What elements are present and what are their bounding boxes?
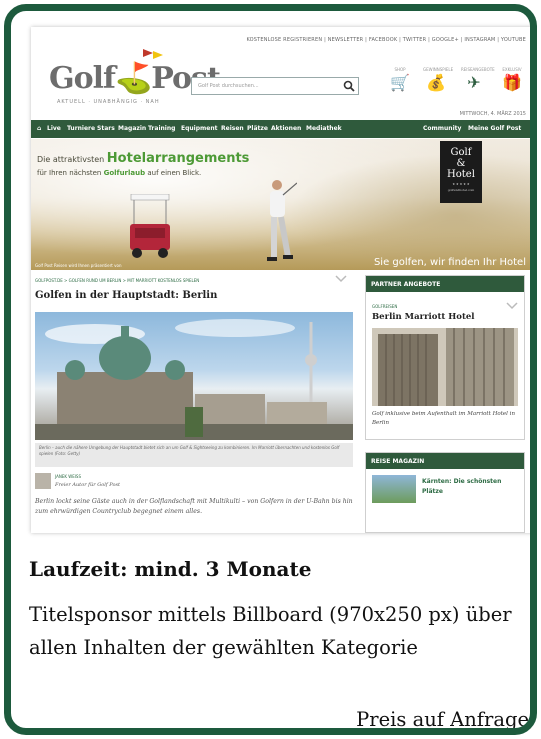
- nav-item-aktionen[interactable]: Aktionen: [271, 125, 301, 132]
- article-teaser: Berlin lockt seine Gäste auch in der Gol…: [35, 498, 353, 515]
- search-field[interactable]: Golf Post durchsuchen...: [191, 77, 359, 95]
- partner-offers-box: PARTNER ANGEBOTE GOLFREISEN Berlin Marri…: [365, 275, 525, 440]
- shop-link[interactable]: SHOP 🛒: [387, 67, 413, 92]
- avatar[interactable]: [35, 473, 51, 489]
- reise-magazin-box: REISE MAGAZIN Kärnten: Die schönsten Plä…: [365, 452, 525, 533]
- golfer-image: [267, 180, 297, 261]
- reise-thumbnail[interactable]: [372, 475, 416, 503]
- banner-highlight: Hotelarrangements: [106, 151, 250, 166]
- gewinnspiele-link[interactable]: GEWINNSPIELE 💰: [423, 67, 453, 92]
- ad-format-card: KOSTENLOSE REGISTRIEREN | NEWSLETTER | F…: [4, 4, 537, 735]
- logo-golfer-icon: ⛳: [114, 61, 152, 96]
- format-description: Titelsponsor mittels Billboard (970x250 …: [29, 603, 512, 659]
- nav-home-icon[interactable]: ⌂: [37, 125, 41, 132]
- header-icon-bar: SHOP 🛒 GEWINNSPIELE 💰 REISEANGEBOTE ✈ EX…: [387, 67, 527, 103]
- marriott-hotel-photo[interactable]: [372, 328, 518, 406]
- banner-headline: Die attraktivsten Hotelarrangements: [37, 151, 250, 166]
- nav-item-community[interactable]: Community: [423, 125, 461, 132]
- nav-item-turniere[interactable]: Turniere: [67, 125, 95, 132]
- banner-slogan: Sie golfen, wir finden Ihr Hotel: [373, 257, 526, 268]
- nav-item-training[interactable]: Training: [148, 125, 175, 132]
- partner-description: Golf inklusive beim Aufenthalt im Marrio…: [372, 411, 515, 426]
- reise-item-title[interactable]: Kärnten: Die schönsten Plätze: [422, 477, 524, 497]
- golf-und-hotel-logo[interactable]: Golf & Hotel ★ ★ ★ ★ ★ golfundhotel.com: [440, 141, 482, 203]
- berlin-skyline-illustration: [35, 319, 353, 440]
- nav-item-live[interactable]: Live: [47, 125, 61, 132]
- billboard-banner[interactable]: Die attraktivsten Hotelarrangements für …: [31, 139, 530, 270]
- reise-magazin-heading: REISE MAGAZIN: [366, 453, 524, 469]
- topbar-links[interactable]: KOSTENLOSE REGISTRIEREN | NEWSLETTER | F…: [246, 37, 526, 43]
- flag-icon: [143, 49, 163, 59]
- reiseangebote-link[interactable]: REISEANGEBOTE ✈: [461, 67, 495, 92]
- golf-cart-image: [130, 194, 170, 258]
- nav-item-plaetze[interactable]: Plätze: [247, 125, 268, 132]
- nav-item-equipment[interactable]: Equipment: [181, 125, 217, 132]
- hotel-building-illustration: [372, 328, 518, 406]
- article-title[interactable]: Golfen in der Hauptstadt: Berlin: [35, 290, 217, 301]
- logo-word-golf: Golf: [49, 61, 116, 96]
- search-input[interactable]: Golf Post durchsuchen...: [198, 83, 259, 89]
- breadcrumb[interactable]: GOLFPOST.DE > GOLFEN RUND UM BERLIN > MI…: [35, 278, 199, 283]
- berlin-cathedral-photo[interactable]: [35, 312, 353, 440]
- search-icon[interactable]: [342, 79, 356, 93]
- cart-icon: 🛒: [390, 73, 410, 92]
- plane-icon: ✈: [467, 73, 481, 92]
- logo-tagline: AKTUELL · UNABHÄNGIG · NAH: [57, 99, 160, 105]
- author-role: Freier Autor für Golf Post: [55, 482, 121, 488]
- nav-item-stars[interactable]: Stars: [97, 125, 115, 132]
- nav-item-mediathek[interactable]: Mediathek: [306, 125, 342, 132]
- gift-icon: 🎁: [502, 73, 522, 92]
- hotel-rating-stars: ★ ★ ★ ★ ★: [452, 182, 470, 186]
- nav-item-magazin[interactable]: Magazin: [118, 125, 146, 132]
- money-bag-icon: 💰: [426, 73, 446, 92]
- current-date: MITTWOCH, 4. MÄRZ 2015: [459, 111, 526, 117]
- duration-heading: Laufzeit: mind. 3 Monate: [29, 557, 312, 581]
- photo-caption: Berlin – auch die nähere Umgebung der Ha…: [35, 443, 353, 467]
- banner-subline: für Ihren nächsten Golfurlaub auf einen …: [37, 169, 202, 177]
- partner-title[interactable]: Berlin Marriott Hotel: [372, 312, 475, 322]
- main-navigation: ⌂ Live Turniere Stars Magazin Training E…: [31, 120, 530, 138]
- chevron-down-icon[interactable]: [335, 275, 347, 283]
- nav-item-meine-golf-post[interactable]: Meine Golf Post: [468, 125, 521, 132]
- exklusiv-link[interactable]: EXKLUSIV 🎁: [499, 67, 525, 92]
- nav-item-reisen[interactable]: Reisen: [221, 125, 244, 132]
- partner-offers-heading: PARTNER ANGEBOTE: [366, 276, 524, 292]
- partner-kicker[interactable]: GOLFREISEN: [372, 304, 397, 309]
- chevron-down-icon[interactable]: [506, 302, 518, 310]
- banner-footer-note: Golf Post Reisen wird Ihnen präsentiert …: [35, 263, 122, 268]
- author-name[interactable]: JANEK WEISS: [55, 474, 81, 479]
- website-preview-screenshot: KOSTENLOSE REGISTRIEREN | NEWSLETTER | F…: [31, 27, 530, 533]
- price-label: Preis auf Anfrage: [356, 708, 529, 731]
